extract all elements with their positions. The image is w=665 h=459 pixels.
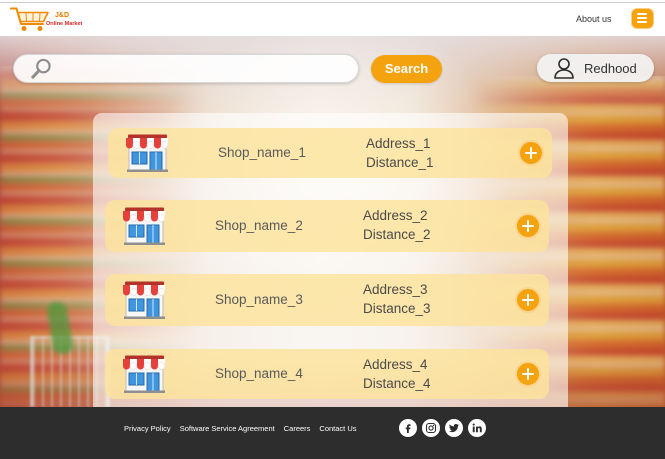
twitter-icon: [448, 423, 459, 433]
shop-address: Address_2: [363, 208, 428, 223]
menu-line: [637, 17, 647, 19]
header-top-border: [0, 2, 665, 3]
plus-icon: [527, 294, 529, 306]
shop-card: Shop_name_4 Address_4 Distance_4: [105, 349, 549, 399]
shop-name: Shop_name_4: [215, 366, 303, 381]
footer-link-contact-us[interactable]: Contact Us: [319, 424, 356, 434]
logo-tagline-text: Online Market: [46, 21, 83, 27]
shop-distance: Distance_2: [363, 227, 431, 242]
shop-distance: Distance_3: [363, 301, 431, 316]
add-shop-button[interactable]: [515, 287, 541, 313]
add-shop-button[interactable]: [515, 213, 541, 239]
shop-details: Address_1 Distance_1: [366, 134, 434, 172]
footer-link-privacy-policy[interactable]: Privacy Policy: [124, 424, 171, 434]
add-shop-button[interactable]: [515, 361, 541, 387]
footer: Privacy Policy Software Service Agreemen…: [0, 407, 665, 459]
search-button[interactable]: Search: [371, 55, 442, 83]
facebook-link[interactable]: [399, 419, 417, 437]
store-icon: [121, 355, 168, 393]
linkedin-icon: [472, 423, 482, 433]
shop-details: Address_2 Distance_2: [363, 206, 431, 244]
plus-icon: [530, 147, 532, 159]
store-icon: [121, 207, 168, 245]
shop-list-panel: Shop_name_1 Address_1 Distance_1 Shop_na…: [93, 113, 568, 407]
shop-name: Shop_name_1: [218, 145, 306, 160]
footer-link-software-service-agreement[interactable]: Software Service Agreement: [180, 424, 275, 434]
top-header: J&D Online Market About us: [0, 0, 665, 36]
shopping-cart-logo-icon: [10, 7, 49, 31]
add-shop-button[interactable]: [518, 140, 544, 166]
shop-address: Address_3: [363, 282, 428, 297]
shop-name: Shop_name_3: [215, 292, 303, 307]
search-icon: [31, 58, 51, 79]
social-links: [399, 419, 486, 437]
search-bar: [13, 54, 359, 83]
logo-brand-text: J&D: [55, 12, 70, 19]
shop-address: Address_1: [366, 136, 431, 151]
instagram-icon: [425, 422, 437, 434]
shop-card: Shop_name_1 Address_1 Distance_1: [108, 128, 552, 178]
menu-button[interactable]: [631, 8, 654, 29]
facebook-icon: [405, 424, 411, 433]
shop-name: Shop_name_2: [215, 218, 303, 233]
logo[interactable]: J&D Online Market: [10, 5, 90, 33]
shop-card: Shop_name_2 Address_2 Distance_2: [105, 200, 549, 252]
shop-details: Address_4 Distance_4: [363, 355, 431, 393]
shop-distance: Distance_1: [366, 155, 434, 170]
shop-address: Address_4: [363, 357, 428, 372]
footer-links: Privacy Policy Software Service Agreemen…: [124, 424, 357, 434]
shop-distance: Distance_4: [363, 376, 431, 391]
menu-line: [637, 13, 647, 15]
footer-link-careers[interactable]: Careers: [284, 424, 311, 434]
user-icon: [554, 58, 574, 79]
twitter-link[interactable]: [445, 419, 463, 437]
menu-line: [637, 21, 647, 23]
user-name: Redhood: [584, 61, 637, 76]
plus-icon: [527, 220, 529, 232]
store-icon: [124, 134, 171, 172]
instagram-link[interactable]: [422, 419, 440, 437]
shop-card: Shop_name_3 Address_3 Distance_3: [105, 274, 549, 326]
user-profile-button[interactable]: Redhood: [537, 54, 654, 82]
shop-details: Address_3 Distance_3: [363, 280, 431, 318]
search-input[interactable]: [60, 59, 345, 78]
store-icon: [121, 281, 168, 319]
linkedin-link[interactable]: [468, 419, 486, 437]
plus-icon: [527, 368, 529, 380]
about-us-link[interactable]: About us: [576, 14, 612, 24]
